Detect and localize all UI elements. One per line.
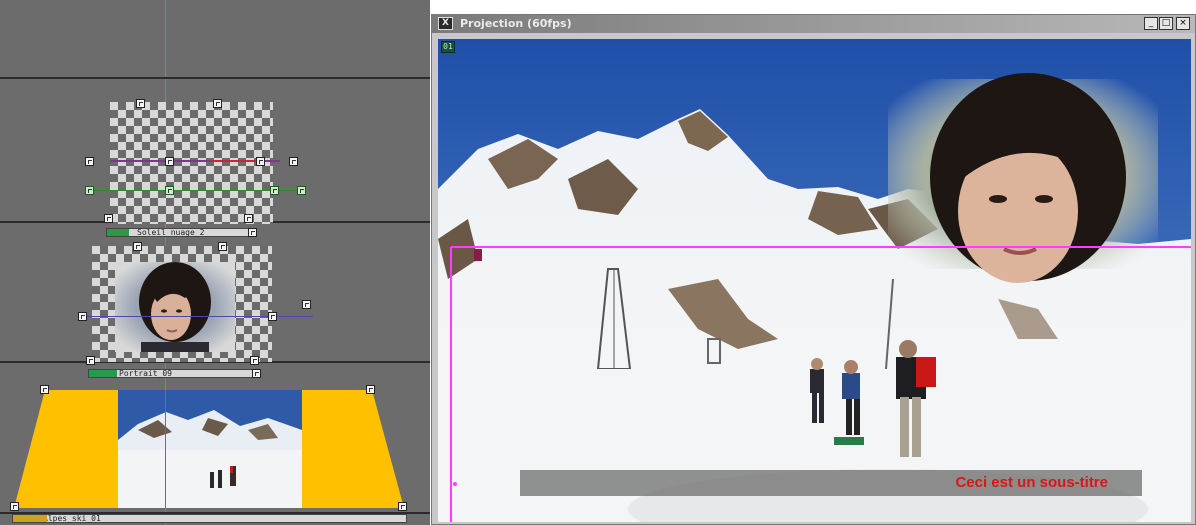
transform-handle[interactable]	[78, 312, 87, 321]
clip-thumbnail-transparent[interactable]	[110, 102, 273, 224]
anchor-handle[interactable]	[85, 186, 94, 195]
clip-progress-bar	[13, 515, 47, 522]
clip-label: Soleil nuage_2	[137, 228, 205, 237]
guide-line-green	[90, 190, 300, 191]
transform-handle[interactable]	[244, 214, 253, 223]
transform-handle[interactable]	[85, 157, 94, 166]
track-divider	[0, 77, 430, 79]
clip-label: Portrait_09	[119, 369, 172, 378]
playhead-marker	[165, 390, 166, 508]
transform-handle[interactable]	[248, 228, 257, 237]
transform-handle[interactable]	[252, 369, 261, 378]
projection-window[interactable]: X Projection (60fps) _ □ × Ceci est un s…	[431, 14, 1196, 525]
landscape-thumbnail[interactable]	[118, 390, 302, 508]
timeline-panel[interactable]: Soleil nuage_2 Portrait_09 Alpes_ski_01	[0, 0, 430, 525]
transform-handle[interactable]	[289, 157, 298, 166]
window-title: Projection (60fps)	[460, 17, 572, 30]
clip-progress-bar	[107, 229, 129, 236]
clip-strip[interactable]: Alpes_ski_01	[12, 514, 407, 523]
mountain-scene-image	[438, 39, 1191, 522]
window-titlebar[interactable]: X Projection (60fps) _ □ ×	[432, 15, 1195, 33]
transform-handle[interactable]	[366, 385, 375, 394]
minimize-button[interactable]: _	[1144, 17, 1158, 30]
maximize-button[interactable]: □	[1159, 17, 1173, 30]
frame-badge: 01	[441, 41, 455, 53]
transform-handle[interactable]	[218, 242, 227, 251]
clip-strip[interactable]: Soleil nuage_2	[106, 228, 254, 237]
clip-progress-bar	[89, 370, 117, 377]
transform-handle[interactable]	[136, 99, 145, 108]
projection-canvas[interactable]: Ceci est un sous-titre 01	[438, 39, 1191, 522]
transform-handle[interactable]	[133, 242, 142, 251]
anchor-handle[interactable]	[165, 186, 174, 195]
transform-handle[interactable]	[10, 502, 19, 511]
transform-handle[interactable]	[165, 157, 174, 166]
transform-handle[interactable]	[268, 312, 277, 321]
transform-handle[interactable]	[250, 356, 259, 365]
clip-label: Alpes_ski_01	[43, 514, 101, 523]
transform-handle[interactable]	[256, 157, 265, 166]
transform-handle[interactable]	[213, 99, 222, 108]
app-x-icon: X	[438, 17, 453, 30]
transform-handle[interactable]	[86, 356, 95, 365]
clip-strip[interactable]: Portrait_09	[88, 369, 258, 378]
transform-handle[interactable]	[398, 502, 407, 511]
transform-handle[interactable]	[40, 385, 49, 394]
anchor-handle[interactable]	[297, 186, 306, 195]
subtitle-box[interactable]: Ceci est un sous-titre	[520, 470, 1142, 496]
guide-line-blue	[78, 316, 313, 317]
transform-handle[interactable]	[104, 214, 113, 223]
portrait-thumbnail[interactable]	[115, 262, 235, 352]
transform-handle[interactable]	[302, 300, 311, 309]
subtitle-text: Ceci est un sous-titre	[955, 474, 1108, 491]
anchor-handle[interactable]	[270, 186, 279, 195]
close-button[interactable]: ×	[1176, 17, 1190, 30]
